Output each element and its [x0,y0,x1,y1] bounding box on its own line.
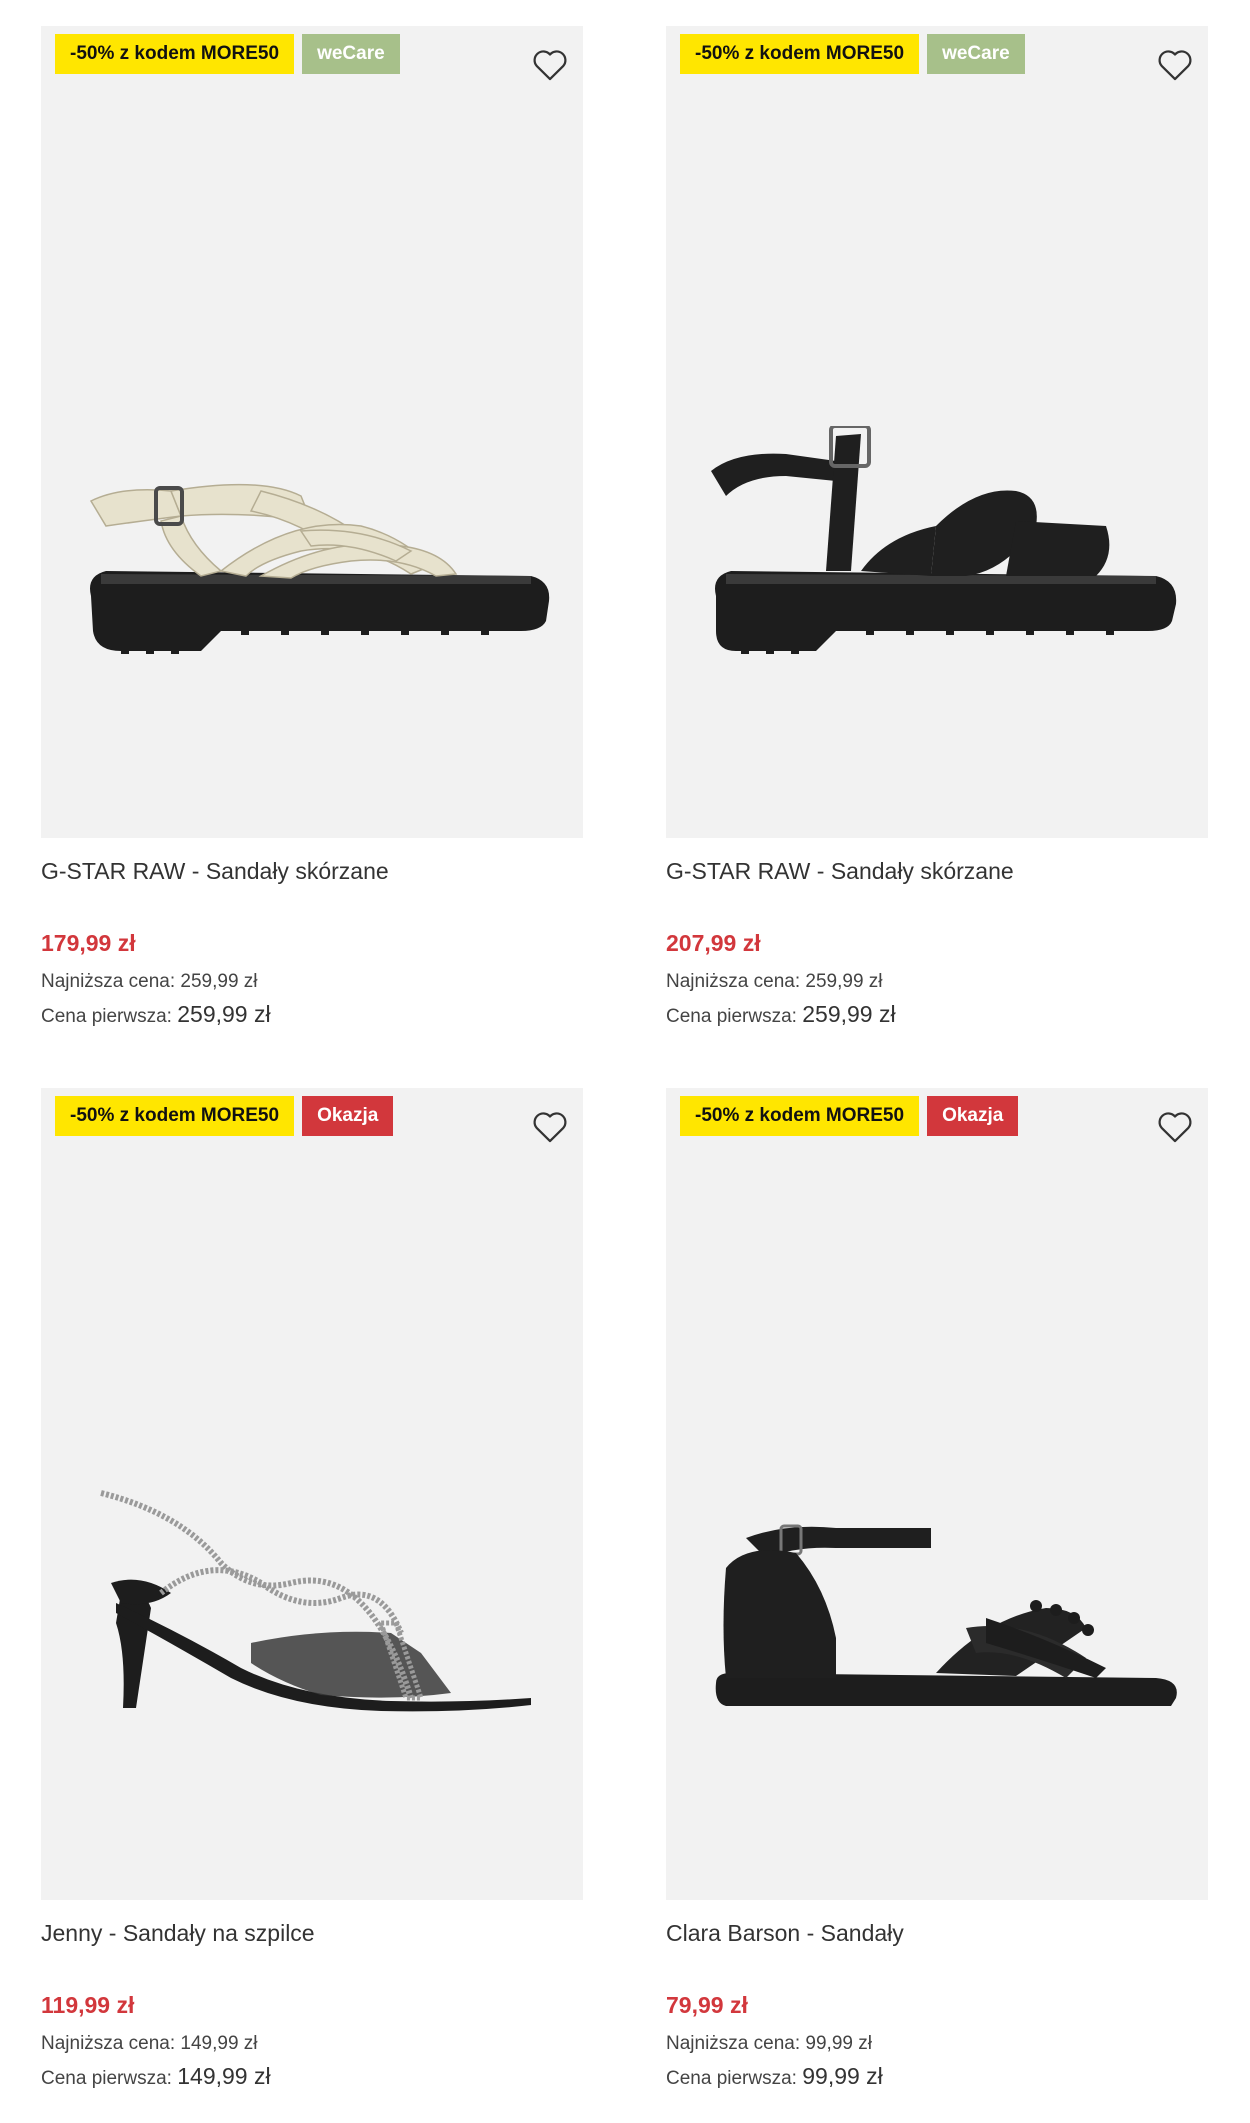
product-card[interactable]: -50% z kodem MORE50 weCare G-STAR RAW - … [41,26,583,1028]
product-card[interactable]: -50% z kodem MORE50 Okazja Jenny - Sanda… [41,1088,583,2090]
product-title[interactable]: G-STAR RAW - Sandały skórzane [666,858,1208,890]
lowest-price-label: Najniższa cena: [666,971,801,992]
badge-group: -50% z kodem MORE50 Okazja [680,1096,1019,1136]
lowest-price: Najniższa cena: 99,99 zł [666,2033,1208,2055]
lowest-price: Najniższa cena: 149,99 zł [41,2033,583,2055]
wecare-badge: weCare [927,34,1025,74]
product-price: 79,99 zł [666,1992,748,2018]
lowest-price-label: Najniższa cena: [41,971,176,992]
lowest-price: Najniższa cena: 259,99 zł [41,971,583,993]
product-card[interactable]: -50% z kodem MORE50 weCare G-STAR RAW - … [666,26,1208,1028]
first-price-label: Cena pierwsza: [41,1006,172,1027]
first-price: Cena pierwsza: 259,99 zł [666,1001,1208,1028]
wecare-badge: weCare [302,34,400,74]
first-price: Cena pierwsza: 99,99 zł [666,2063,1208,2090]
product-image [89,483,550,654]
promo-badge: -50% z kodem MORE50 [55,34,295,74]
promo-badge: -50% z kodem MORE50 [680,1096,920,1136]
promo-badge: -50% z kodem MORE50 [55,1096,295,1136]
lowest-price-value: 99,99 zł [805,2033,872,2054]
first-price: Cena pierwsza: 149,99 zł [41,2063,583,2090]
first-price-value: 99,99 zł [802,2063,883,2089]
first-price-label: Cena pierwsza: [41,2068,172,2089]
lowest-price-label: Najniższa cena: [666,2033,801,2054]
first-price-value: 259,99 zł [802,1001,896,1027]
lowest-price-value: 149,99 zł [180,2033,258,2054]
product-price: 119,99 zł [41,1992,135,2018]
first-price-label: Cena pierwsza: [666,2068,797,2089]
heart-outline-icon[interactable] [1156,1108,1194,1144]
product-grid: -50% z kodem MORE50 weCare G-STAR RAW - … [0,0,1250,2123]
badge-group: -50% z kodem MORE50 weCare [55,34,400,74]
first-price-value: 149,99 zł [177,2063,271,2089]
lowest-price-value: 259,99 zł [180,971,258,992]
product-image [100,1490,531,1712]
lowest-price: Najniższa cena: 259,99 zł [666,971,1208,993]
product-card[interactable]: -50% z kodem MORE50 Okazja Clara Barson … [666,1088,1208,2090]
heart-outline-icon[interactable] [1156,46,1194,82]
product-image-area[interactable]: -50% z kodem MORE50 Okazja [41,1088,583,1900]
heart-outline-icon[interactable] [531,46,569,82]
product-price: 179,99 zł [41,930,136,956]
first-price-value: 259,99 zł [177,1001,271,1027]
product-image [711,426,1177,654]
product-image [715,1524,1177,1706]
first-price: Cena pierwsza: 259,99 zł [41,1001,583,1028]
badge-group: -50% z kodem MORE50 Okazja [55,1096,394,1136]
first-price-label: Cena pierwsza: [666,1006,797,1027]
lowest-price-label: Najniższa cena: [41,2033,176,2054]
product-title[interactable]: Jenny - Sandały na szpilce [41,1920,583,1952]
lowest-price-value: 259,99 zł [805,971,883,992]
product-title[interactable]: G-STAR RAW - Sandały skórzane [41,858,583,890]
product-image-area[interactable]: -50% z kodem MORE50 weCare [666,26,1208,838]
okazja-badge: Okazja [302,1096,394,1136]
promo-badge: -50% z kodem MORE50 [680,34,920,74]
product-title[interactable]: Clara Barson - Sandały [666,1920,1208,1952]
heart-outline-icon[interactable] [531,1108,569,1144]
okazja-badge: Okazja [927,1096,1019,1136]
product-image-area[interactable]: -50% z kodem MORE50 Okazja [666,1088,1208,1900]
product-image-area[interactable]: -50% z kodem MORE50 weCare [41,26,583,838]
product-price: 207,99 zł [666,930,761,956]
badge-group: -50% z kodem MORE50 weCare [680,34,1025,74]
